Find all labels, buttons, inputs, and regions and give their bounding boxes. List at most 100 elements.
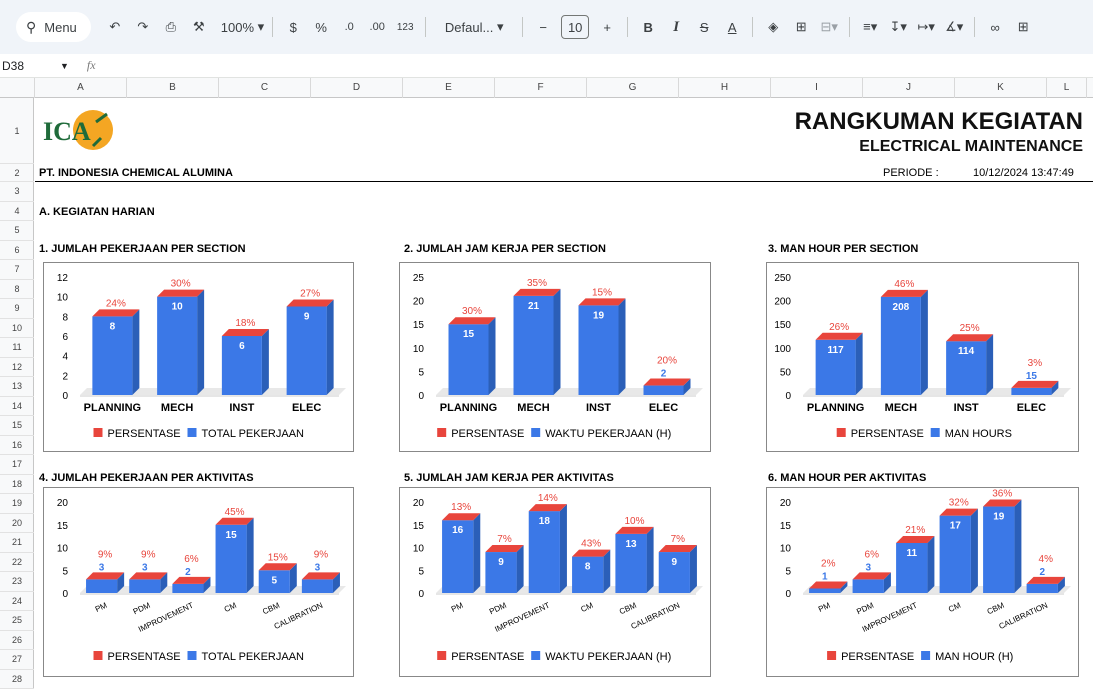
chart-svg: 0510152039%PM39%PDM26%IMPROVEMENT1545%CM…	[57, 498, 346, 663]
column-header[interactable]: H	[679, 78, 771, 98]
column-header[interactable]: F	[495, 78, 587, 98]
strikethrough-button[interactable]: S	[692, 14, 716, 40]
font-select[interactable]: Defaul... ▾	[434, 14, 514, 40]
bar-side	[473, 513, 481, 593]
zoom-select[interactable]: 100% ▾	[221, 14, 264, 40]
legend-label: PERSENTASE	[108, 428, 181, 440]
decrease-decimal-button[interactable]: .0	[337, 14, 361, 40]
value-label: 8	[585, 562, 591, 573]
bar-top	[578, 298, 626, 306]
number-format-button[interactable]: 123	[393, 14, 417, 40]
row-header[interactable]: 12	[0, 358, 34, 377]
name-box[interactable]: D38	[0, 59, 60, 73]
bar	[809, 588, 841, 593]
row-header[interactable]: 25	[0, 611, 34, 631]
column-header[interactable]: D	[311, 78, 403, 98]
comment-icon[interactable]: ⊞	[1011, 14, 1035, 40]
row-header[interactable]: 3	[0, 182, 34, 202]
legend-swatch	[437, 651, 447, 660]
row-header[interactable]: 10	[0, 319, 34, 338]
percent-button[interactable]: %	[309, 14, 333, 40]
chart-jobs-per-activity[interactable]: 0 5 10 15 20 3 9% PM 3 9% PDM 2 6% IMPROVEMENT 15 45% CM…	[43, 487, 354, 677]
row-header[interactable]: 26	[0, 631, 34, 650]
column-header[interactable]: J	[863, 78, 955, 98]
column-header[interactable]: G	[587, 78, 679, 98]
row-header[interactable]: 27	[0, 650, 34, 670]
bar	[643, 385, 684, 395]
redo-icon[interactable]: ↷	[131, 14, 155, 40]
italic-button[interactable]: I	[664, 14, 688, 40]
link-icon[interactable]: ∞	[983, 14, 1007, 40]
chart-title: 6. MAN HOUR PER AKTIVITAS	[768, 472, 927, 484]
value-label: 114	[958, 346, 975, 357]
row-header[interactable]: 5	[0, 221, 34, 241]
row-header[interactable]: 13	[0, 377, 34, 397]
divider	[752, 17, 754, 37]
value-label: 6	[239, 341, 245, 352]
chart-svg: 0510152012%PM36%PDM1121%IMPROVEMENT1732%…	[780, 489, 1071, 663]
align-icon[interactable]: ≡▾	[858, 14, 882, 40]
row-header[interactable]: 18	[0, 475, 34, 494]
legend-swatch	[437, 428, 447, 437]
company-logo: ICA	[41, 110, 119, 150]
row-header[interactable]: 28	[0, 670, 34, 689]
row-header[interactable]: 1	[0, 98, 34, 164]
row-header[interactable]: 24	[0, 592, 34, 611]
row-header[interactable]: 21	[0, 533, 34, 553]
undo-icon[interactable]: ↶	[103, 14, 127, 40]
percent-label: 46%	[894, 279, 914, 290]
print-icon[interactable]: ⎙	[159, 14, 183, 40]
fill-color-icon[interactable]: ◈	[761, 14, 785, 40]
increase-decimal-button[interactable]: .00	[365, 14, 389, 40]
chart-hours-per-activity[interactable]: 0 5 10 15 20 16 13% PM 9 7% PDM 18 14% IMPROVEMENT 8 43…	[399, 487, 711, 677]
periode-label: PERIODE :	[883, 167, 939, 179]
rotate-icon[interactable]: ∡▾	[942, 14, 966, 40]
row-header[interactable]: 11	[0, 338, 34, 358]
currency-button[interactable]: $	[281, 14, 305, 40]
column-header[interactable]: K	[955, 78, 1047, 98]
row-header[interactable]: 20	[0, 514, 34, 533]
row-header[interactable]: 15	[0, 416, 34, 436]
chevron-down-icon[interactable]: ▼	[60, 61, 69, 71]
row-header[interactable]: 22	[0, 553, 34, 572]
row-header[interactable]: 17	[0, 455, 34, 475]
bar	[1026, 583, 1058, 593]
row-header[interactable]: 19	[0, 494, 34, 514]
column-header[interactable]: I	[771, 78, 863, 98]
row-header[interactable]: 2	[0, 164, 34, 182]
value-label: 2	[661, 369, 667, 380]
column-header[interactable]: L	[1047, 78, 1087, 98]
text-color-button[interactable]: A	[720, 14, 744, 40]
paint-format-icon[interactable]: ⚒	[187, 14, 211, 40]
menu-search-button[interactable]: ⚲ Menu	[16, 12, 91, 42]
font-size-decrease-button[interactable]: −	[531, 14, 555, 40]
borders-icon[interactable]: ⊞	[789, 14, 813, 40]
wrap-icon[interactable]: ↦▾	[914, 14, 938, 40]
bold-button[interactable]: B	[636, 14, 660, 40]
row-header[interactable]: 9	[0, 299, 34, 319]
row-header[interactable]: 4	[0, 202, 34, 221]
row-header[interactable]: 14	[0, 397, 34, 416]
chart-manhour-per-activity[interactable]: 0 5 10 15 20 1 2% PM 3 6% PDM 11 21% IMPROVEMENT 17 32%…	[766, 487, 1079, 677]
chart-hours-per-section[interactable]: 0 5 10 15 20 25 15 30% PLANNING 21 35% MECH 19 15% INS…	[399, 262, 711, 452]
font-size-input[interactable]: 10	[561, 15, 590, 39]
valign-icon[interactable]: ↧▾	[886, 14, 910, 40]
font-size-increase-button[interactable]: +	[595, 14, 619, 40]
bar-top	[221, 329, 269, 336]
row-header[interactable]: 8	[0, 280, 34, 299]
row-header[interactable]: 6	[0, 241, 34, 260]
row-header[interactable]: 23	[0, 572, 34, 592]
corner-cell[interactable]	[0, 78, 35, 98]
row-header[interactable]: 16	[0, 436, 34, 455]
merge-cells-icon[interactable]: ⊟▾	[817, 14, 841, 40]
chart-manhour-per-section[interactable]: 0 50 100 150 200 250 117 26% PLANNING 208 46% MECH 1…	[766, 262, 1079, 452]
column-header[interactable]: A	[35, 78, 127, 98]
chart-jobs-per-section[interactable]: 0 2 4 6 8 10 12 8 24% PLANNING 10 30% MECH 6 18% INST 9 2…	[43, 262, 354, 452]
column-header[interactable]: C	[219, 78, 311, 98]
column-header[interactable]: B	[127, 78, 219, 98]
y-tick-label: 10	[57, 293, 69, 304]
bar-side	[646, 526, 654, 593]
row-header[interactable]: 7	[0, 260, 34, 280]
column-header[interactable]: E	[403, 78, 495, 98]
x-tick-label: CM	[579, 601, 594, 615]
